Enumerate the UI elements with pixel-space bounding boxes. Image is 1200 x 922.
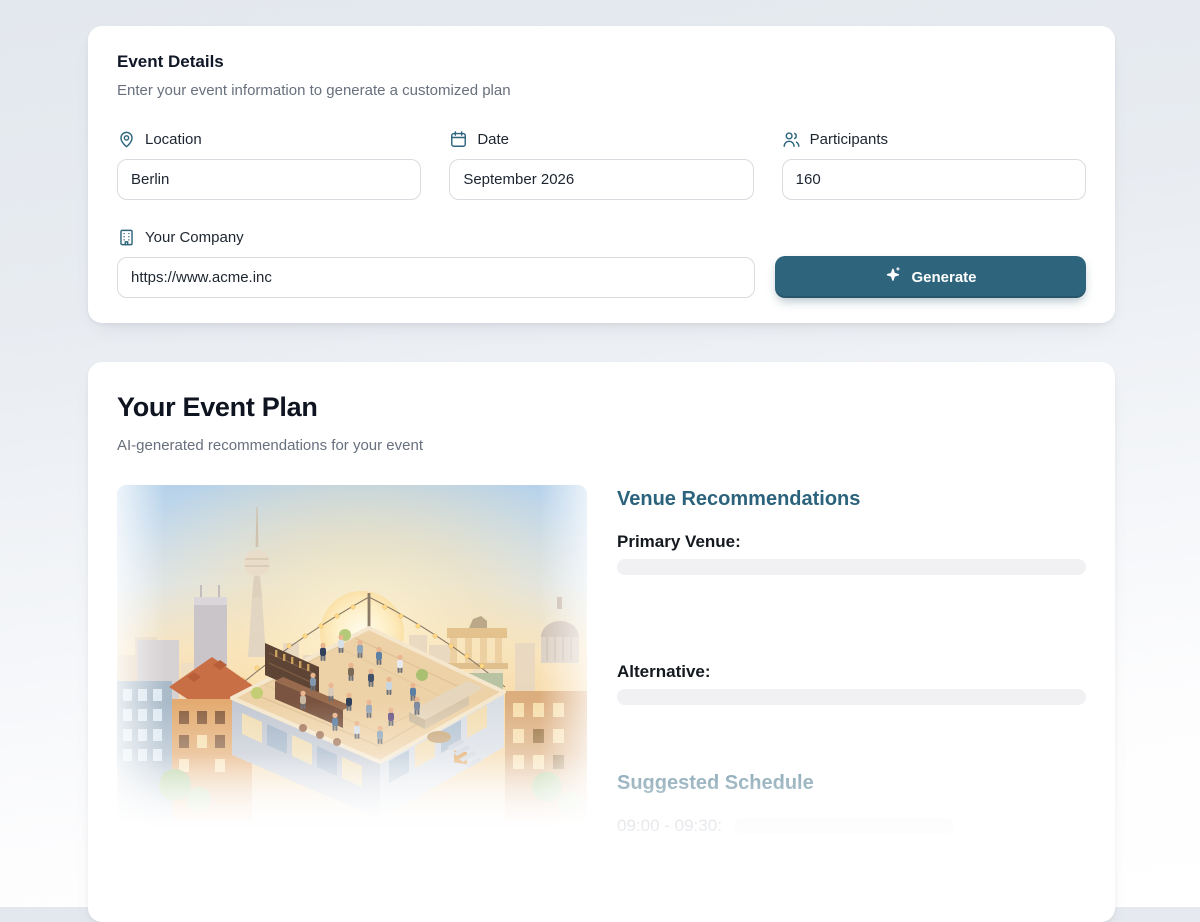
building-icon xyxy=(117,228,136,247)
company-label: Your Company xyxy=(145,229,244,246)
participants-input[interactable] xyxy=(782,159,1086,200)
schedule-slot-time: 09:00 - 09:30: xyxy=(617,816,722,836)
company-input[interactable] xyxy=(117,257,755,298)
generate-button-label: Generate xyxy=(911,269,976,286)
venue-recommendations-heading: Venue Recommendations xyxy=(617,488,1086,511)
event-details-subtitle: Enter your event information to generate… xyxy=(117,82,1086,99)
location-input[interactable] xyxy=(117,159,421,200)
alternative-venue-skeleton xyxy=(617,689,1086,705)
date-field-group: Date xyxy=(449,130,753,200)
event-illustration xyxy=(117,485,587,843)
suggested-schedule-heading: Suggested Schedule xyxy=(617,772,1086,795)
alternative-venue-label: Alternative: xyxy=(617,662,1086,682)
company-field-group: Your Company xyxy=(117,228,755,298)
date-input[interactable] xyxy=(449,159,753,200)
users-icon xyxy=(782,130,801,149)
primary-venue-label: Primary Venue: xyxy=(617,532,1086,552)
calendar-icon xyxy=(449,130,468,149)
schedule-slot-row: 09:00 - 09:30: xyxy=(617,816,1086,836)
event-plan-card: Your Event Plan AI-generated recommendat… xyxy=(88,362,1115,922)
participants-label: Participants xyxy=(810,131,888,148)
event-details-title: Event Details xyxy=(117,52,1086,72)
event-plan-subtitle: AI-generated recommendations for your ev… xyxy=(117,437,1086,454)
event-plan-title: Your Event Plan xyxy=(117,392,1086,423)
date-label: Date xyxy=(477,131,509,148)
schedule-slot-skeleton xyxy=(734,818,954,834)
plan-recommendations: Venue Recommendations Primary Venue: Alt… xyxy=(617,485,1086,843)
event-details-card: Event Details Enter your event informati… xyxy=(88,26,1115,323)
participants-field-group: Participants xyxy=(782,130,1086,200)
primary-venue-skeleton xyxy=(617,559,1086,575)
sparkles-icon xyxy=(884,266,902,288)
location-label: Location xyxy=(145,131,202,148)
map-pin-icon xyxy=(117,130,136,149)
generate-button[interactable]: Generate xyxy=(775,256,1086,298)
location-field-group: Location xyxy=(117,130,421,200)
